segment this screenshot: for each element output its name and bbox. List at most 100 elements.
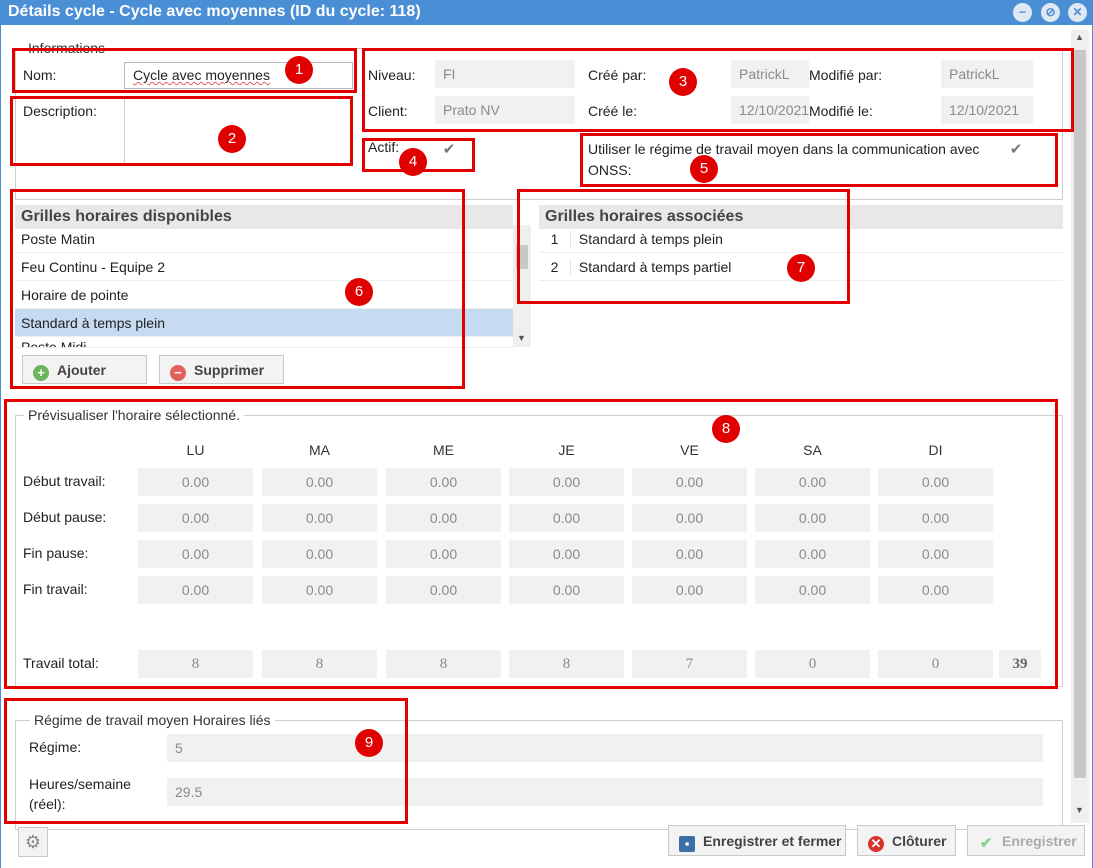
window-scrollbar[interactable]: ▲ ▼: [1071, 30, 1089, 823]
day-header-sa: SA: [803, 442, 822, 458]
save-and-close-button[interactable]: ▪ Enregistrer et fermer: [668, 825, 846, 856]
remove-button-label: Supprimer: [194, 362, 265, 378]
maximize-icon[interactable]: ⊘: [1041, 3, 1060, 22]
grid-cell: 0.00: [138, 540, 253, 568]
day-header-ma: MA: [309, 442, 330, 458]
row-number: 2: [539, 259, 571, 275]
grid-cell: 0.00: [878, 540, 993, 568]
actif-checkbox[interactable]: ✔: [441, 142, 457, 158]
grid-cell: 0.00: [878, 504, 993, 532]
associated-item-1[interactable]: 1 Standard à temps plein: [539, 225, 1063, 253]
annotation-badge-5: 5: [690, 155, 718, 183]
regime-field: 5: [167, 734, 1043, 762]
grid-cell: 0.00: [138, 504, 253, 532]
grid-cell: 0.00: [262, 576, 377, 604]
modifie-par-label: Modifié par:: [809, 67, 883, 83]
total-cell: 8: [509, 650, 624, 678]
scroll-thumb[interactable]: [516, 245, 528, 269]
annotation-badge-8: 8: [712, 415, 740, 443]
settings-gear-icon[interactable]: ⚙: [18, 827, 48, 857]
client-field: Prato NV: [435, 96, 575, 124]
available-item-5[interactable]: Poste Midi: [15, 337, 513, 348]
niveau-label: Niveau:: [368, 67, 416, 83]
grid-cell: 0.00: [632, 504, 747, 532]
grid-cell: 0.00: [138, 576, 253, 604]
close-icon[interactable]: ✕: [1068, 3, 1087, 22]
scroll-down-icon[interactable]: ▼: [517, 333, 526, 343]
grid-cell: 0.00: [755, 468, 870, 496]
total-cell: 0: [878, 650, 993, 678]
available-item-4[interactable]: Standard à temps plein: [15, 309, 513, 337]
annotation-badge-9: 9: [355, 729, 383, 757]
close-button[interactable]: ✕ Clôturer: [857, 825, 956, 856]
total-cell: 8: [138, 650, 253, 678]
total-cell: 8: [262, 650, 377, 678]
window-title: Détails cycle - Cycle avec moyennes (ID …: [8, 3, 421, 20]
grid-cell: 0.00: [632, 576, 747, 604]
grid-cell: 0.00: [632, 540, 747, 568]
annotation-badge-6: 6: [345, 278, 373, 306]
total-cell: 7: [632, 650, 747, 678]
client-label: Client:: [368, 103, 408, 119]
add-button-label: Ajouter: [57, 362, 106, 378]
grid-cell: 0.00: [755, 504, 870, 532]
save-button[interactable]: ✔ Enregistrer: [967, 825, 1085, 856]
add-button[interactable]: + Ajouter: [22, 355, 147, 384]
minimize-icon[interactable]: −: [1013, 3, 1032, 22]
onss-checkbox[interactable]: ✔: [1008, 142, 1024, 158]
available-item-2[interactable]: Feu Continu - Equipe 2: [15, 253, 513, 281]
grid-cell: 0.00: [386, 540, 501, 568]
onss-label: Utiliser le régime de travail moyen dans…: [588, 141, 980, 178]
save-label: Enregistrer: [1002, 833, 1077, 849]
annotation-badge-7: 7: [787, 254, 815, 282]
day-header-di: DI: [928, 442, 943, 458]
niveau-field: FI: [435, 60, 575, 88]
grid-cell: 0.00: [878, 576, 993, 604]
window-titlebar: Détails cycle - Cycle avec moyennes (ID …: [0, 0, 1093, 25]
grid-cell: 0.00: [878, 468, 993, 496]
scroll-thumb[interactable]: [1074, 50, 1086, 778]
remove-button[interactable]: − Supprimer: [159, 355, 284, 384]
grid-cell: 0.00: [509, 504, 624, 532]
day-header-lu: LU: [186, 442, 205, 458]
row-number: 1: [539, 231, 571, 247]
grid-cell: 0.00: [262, 468, 377, 496]
informations-legend: Informations: [24, 40, 110, 56]
grid-cell: 0.00: [755, 576, 870, 604]
day-header-ve: VE: [680, 442, 699, 458]
annotation-badge-4: 4: [399, 148, 427, 176]
grand-total-cell: 39: [999, 650, 1041, 678]
cycle-details-window: Informations Nom: Cycle avec moyennes De…: [0, 25, 1093, 868]
modifie-le-field: 12/10/2021: [941, 96, 1033, 124]
nom-value: Cycle avec moyennes: [133, 67, 270, 83]
debut-travail-label: Début travail:: [23, 473, 106, 489]
available-item-1[interactable]: Poste Matin: [15, 225, 513, 253]
annotation-badge-2: 2: [218, 125, 246, 153]
grid-cell: 0.00: [509, 540, 624, 568]
heures-label-line1: Heures/semaine: [29, 776, 131, 792]
scroll-down-icon[interactable]: ▼: [1075, 805, 1084, 815]
grid-cell: 0.00: [138, 468, 253, 496]
grid-cell: 0.00: [262, 540, 377, 568]
grid-cell: 0.00: [386, 576, 501, 604]
total-cell: 8: [386, 650, 501, 678]
checkmark-icon: ✔: [979, 835, 993, 852]
available-list-scrollbar[interactable]: ▼: [513, 225, 531, 347]
actif-label: Actif:: [368, 139, 400, 155]
associated-item-label: Standard à temps plein: [578, 231, 723, 247]
scroll-up-icon[interactable]: ▲: [1075, 32, 1084, 42]
description-label: Description:: [23, 103, 97, 119]
cree-par-label: Créé par:: [588, 67, 647, 83]
associated-item-label: Standard à temps partiel: [578, 259, 732, 275]
available-item-3[interactable]: Horaire de pointe: [15, 281, 513, 309]
day-header-je: JE: [558, 442, 575, 458]
modifie-par-field: PatrickL: [941, 60, 1033, 88]
grid-cell: 0.00: [386, 504, 501, 532]
grid-cell: 0.00: [509, 468, 624, 496]
grid-cell: 0.00: [262, 504, 377, 532]
regime-legend: Régime de travail moyen Horaires liés: [30, 712, 275, 728]
cree-le-label: Créé le:: [588, 103, 638, 119]
close-circle-icon: ✕: [868, 836, 884, 852]
modifie-le-label: Modifié le:: [809, 103, 873, 119]
nom-input[interactable]: Cycle avec moyennes: [124, 62, 353, 89]
